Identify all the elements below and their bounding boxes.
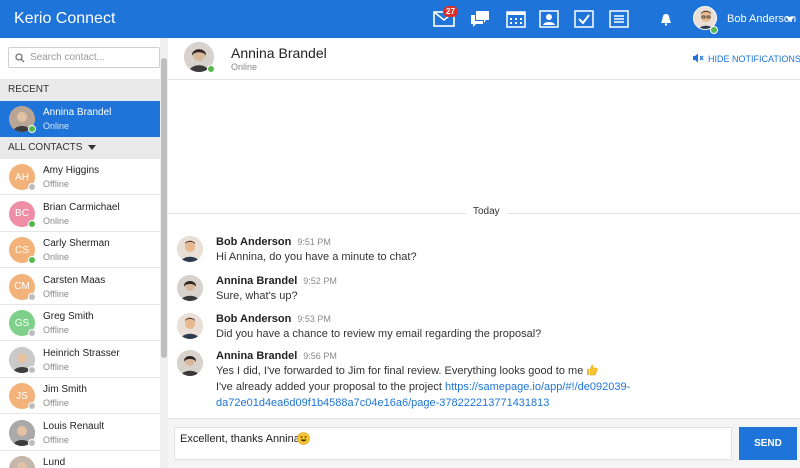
contact-name: Carly Sherman [43, 238, 110, 249]
contact-item[interactable]: BC Brian Carmichael Online [0, 196, 160, 232]
message-input[interactable]: Excellent, thanks Annina! [174, 427, 732, 460]
contact-status-text: Online [43, 215, 70, 226]
message-author-name: Bob Anderson [216, 313, 292, 325]
message-author-name: Annina Brandel [216, 350, 298, 362]
message-line: Hi Annina, do you have a minute to chat? [216, 251, 417, 263]
message-link[interactable]: da72e01d4ea6d09f1b4588a7c04e16a6/page-37… [216, 397, 549, 409]
contact-status-text: Offline [43, 434, 69, 445]
contact-name: Greg Smith [43, 311, 94, 322]
message-author: Bob Anderson 9:51 PM [216, 236, 331, 248]
contact-status-indicator [28, 256, 36, 264]
contact-name: Heinrich Strasser [43, 347, 120, 359]
message-link[interactable]: https://samepage.io/app/#!/de092039- [445, 381, 630, 393]
chat-contact-name: Annina Brandel [231, 45, 327, 61]
mail-count-badge: 27 [443, 6, 458, 17]
user-status-indicator [710, 26, 718, 34]
contact-status-indicator [28, 438, 36, 447]
contact-name: Brian Carmichael [43, 201, 120, 213]
contact-name: Carsten Maas [43, 274, 106, 286]
contact-name: Amy Higgins [43, 165, 100, 176]
chat-contact-status-indicator [207, 65, 215, 73]
message-timestamp: 9:52 PM [303, 276, 337, 286]
message-text: Hi Annina, do you have a minute to chat? [216, 251, 417, 263]
app-title: Kerio Connect [14, 10, 116, 27]
contact-item[interactable]: Annina Brandel Online [0, 101, 160, 137]
hide-notifications-button[interactable]: HIDE NOTIFICATIONS [692, 53, 800, 65]
chat-contact-status: Online [231, 62, 258, 72]
contact-status-text: Offline [43, 398, 69, 408]
recent-section-header: RECENT [0, 79, 160, 101]
message-text: Sure, what's up? [216, 290, 298, 302]
contact-item[interactable]: JS Jim Smith Offline [0, 378, 160, 414]
contact-item[interactable]: AH Amy Higgins Offline [0, 159, 160, 195]
contact-name: Lund [43, 457, 66, 468]
message-line: Did you have a chance to review my email… [216, 328, 542, 340]
message-author-avatar [177, 350, 203, 376]
notes-icon[interactable] [608, 8, 630, 30]
contact-status-text: Online [43, 121, 70, 131]
contact-name: Louis Renault [43, 420, 105, 432]
message-text: Yes I did, I've forwarded to Jim for fin… [216, 363, 630, 411]
contact-name: Jim Smith [43, 384, 87, 395]
tasks-icon[interactable] [573, 8, 595, 30]
send-button[interactable]: SEND [739, 427, 797, 460]
all-contacts-header[interactable]: ALL CONTACTS [0, 137, 160, 159]
bell-icon[interactable] [655, 8, 677, 30]
search-box[interactable] [8, 47, 160, 68]
message-text: Did you have a chance to review my email… [216, 328, 541, 340]
all-contacts-label: ALL CONTACTS [8, 142, 83, 153]
message-author-name: Bob Anderson [216, 236, 292, 248]
contact-status-text: Offline [43, 179, 69, 189]
smiley-emoji-icon [297, 432, 310, 448]
message-author: Bob Anderson 9:53 PM [216, 313, 331, 325]
top-bar: Kerio Connect 27 Bob Anderson [0, 0, 800, 38]
recent-section-label: RECENT [8, 84, 50, 95]
contact-status-indicator [28, 329, 36, 337]
mute-icon [692, 53, 704, 65]
contact-item[interactable]: Heinrich Strasser Offline [0, 342, 160, 378]
contact-item[interactable]: CM Carsten Maas Offline [0, 269, 160, 305]
contact-avatar [9, 456, 35, 468]
search-icon [15, 52, 25, 66]
message-author-avatar [177, 236, 203, 262]
contact-item[interactable]: CS Carly Sherman Online [0, 232, 160, 268]
contact-status-text: Online [43, 252, 70, 262]
day-divider-label: Today [466, 206, 507, 217]
message-author-name: Annina Brandel [216, 275, 298, 287]
contact-name: Annina Brandel [43, 107, 112, 118]
contact-status-text: Offline [43, 325, 69, 335]
search-input[interactable] [30, 50, 158, 65]
contacts-icon[interactable] [538, 8, 560, 30]
contact-status-indicator [28, 292, 36, 301]
contact-status-indicator [28, 402, 36, 410]
contact-item[interactable]: Louis Renault Offline [0, 415, 160, 451]
message-author-avatar [177, 275, 203, 301]
message-timestamp: 9:51 PM [297, 237, 331, 247]
chat-icon[interactable] [469, 8, 491, 30]
hide-notifications-label: HIDE NOTIFICATIONS [708, 54, 800, 64]
contact-status-indicator [28, 365, 36, 374]
chevron-down-icon[interactable] [786, 17, 794, 22]
message-line: Yes I did, I've forwarded to Jim for fin… [216, 365, 584, 377]
message-line: Sure, what's up? [216, 290, 298, 302]
thumbs-up-emoji-icon [583, 364, 598, 377]
message-line: I've already added your proposal to the … [216, 381, 445, 393]
contact-status-indicator [28, 219, 36, 228]
contact-item[interactable]: GS Greg Smith Offline [0, 305, 160, 341]
chat-message: Annina Brandel 9:56 PM Yes I did, I've for… [168, 350, 800, 410]
message-timestamp: 9:53 PM [297, 314, 331, 324]
contact-status-text: Offline [43, 288, 69, 299]
message-timestamp: 9:56 PM [303, 351, 337, 361]
message-author: Annina Brandel 9:52 PM [216, 275, 337, 287]
contact-status-indicator [28, 125, 36, 133]
contact-item[interactable]: Lund [0, 451, 160, 468]
sidebar-scroll-thumb[interactable] [161, 58, 167, 358]
message-author: Annina Brandel 9:56 PM [216, 350, 337, 362]
calendar-icon[interactable] [505, 8, 527, 30]
message-author-avatar [177, 313, 203, 339]
contact-status-indicator [28, 183, 36, 191]
chevron-down-icon[interactable] [88, 144, 97, 150]
contact-status-text: Offline [43, 361, 69, 372]
